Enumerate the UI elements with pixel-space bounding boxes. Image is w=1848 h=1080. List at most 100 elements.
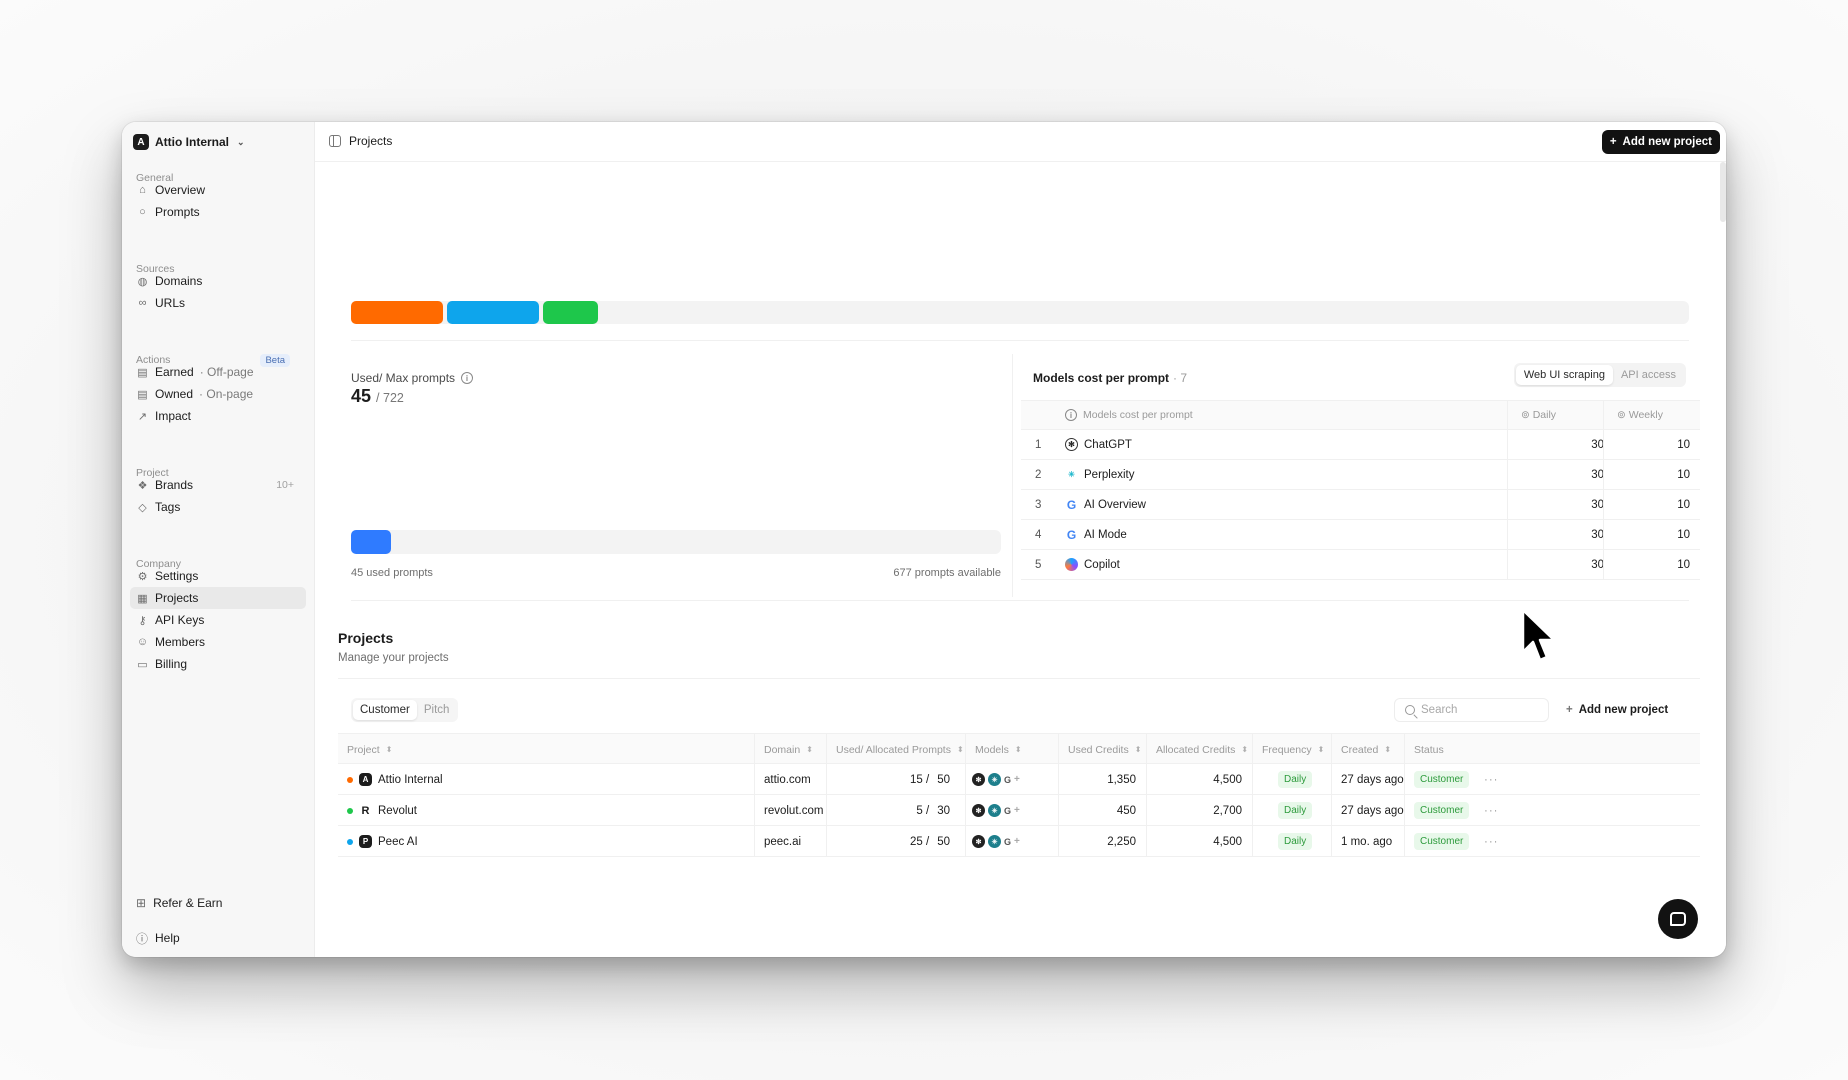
model-row[interactable]: 3 G AI Overview 30 10 bbox=[1021, 490, 1700, 520]
col-status[interactable]: Status bbox=[1414, 734, 1444, 765]
models-table-header: i Models cost per prompt ⊚ Daily ⊚ Weekly bbox=[1021, 400, 1700, 430]
card-icon: ▭ bbox=[137, 658, 148, 671]
help-button[interactable]: ⓘ Help bbox=[130, 927, 180, 949]
sidebar-item-earned[interactable]: ▤ Earned · Off-page bbox=[130, 361, 306, 383]
col-domain[interactable]: Domain ⬍ bbox=[764, 734, 813, 765]
key-icon: ⚷ bbox=[138, 614, 147, 627]
sidebar-item-prompts[interactable]: ○ Prompts bbox=[130, 201, 306, 223]
app-window: A Attio Internal ⌄ General ⌂ Overview ○ Pr… bbox=[122, 122, 1726, 957]
chat-support-button[interactable] bbox=[1658, 899, 1698, 939]
sidebar-item-projects[interactable]: ▦ Projects bbox=[130, 587, 306, 609]
table-row[interactable]: A Attio Internal attio.com 15 /50 ✻ ✳ G + 1,… bbox=[338, 764, 1700, 795]
model-row[interactable]: 4 G AI Mode 30 10 bbox=[1021, 520, 1700, 550]
tab-customer[interactable]: Customer bbox=[353, 700, 417, 720]
chatgpt-icon: ✻ bbox=[972, 835, 985, 848]
status-badge: Customer bbox=[1414, 771, 1470, 788]
col-models[interactable]: Models ⬍ bbox=[975, 734, 1022, 765]
sidebar-item-billing[interactable]: ▭ Billing bbox=[130, 653, 306, 675]
col-used-credits[interactable]: Used Credits ⬍ bbox=[1068, 734, 1141, 765]
search-input[interactable]: Search bbox=[1394, 698, 1549, 722]
main-content: Projects + Add new project Used/ Max pro… bbox=[315, 122, 1726, 957]
chatgpt-icon: ✻ bbox=[972, 804, 985, 817]
divider bbox=[351, 600, 1689, 601]
available-prompts-label: 677 prompts available bbox=[893, 567, 1001, 579]
model-icons: ✻ ✳ G + bbox=[972, 764, 1020, 795]
sidebar-item-owned[interactable]: ▤ Owned · On-page bbox=[130, 383, 306, 405]
daily-header[interactable]: ⊚ Daily bbox=[1521, 409, 1556, 421]
coins-icon: ⊚ bbox=[1521, 409, 1533, 421]
sidebar-item-settings[interactable]: ⚙ Settings bbox=[130, 565, 306, 587]
sidebar-item-urls[interactable]: ∞ URLs bbox=[130, 292, 306, 314]
brand-icon: ❖ bbox=[137, 479, 148, 492]
stacked-usage-bar bbox=[351, 301, 1689, 324]
sidebar-item-domains[interactable]: ◍ Domains bbox=[130, 270, 306, 292]
info-icon: i bbox=[1065, 409, 1077, 421]
projects-title: Projects bbox=[338, 630, 394, 646]
sort-icon: ⬍ bbox=[1384, 745, 1392, 754]
projects-table: Project ⬍ Domain ⬍ Used/ Allocated Prompts… bbox=[338, 733, 1700, 857]
page-title: Projects bbox=[349, 134, 393, 148]
sidebar-toggle-icon[interactable] bbox=[329, 135, 341, 147]
models-title: Models cost per prompt · 7 bbox=[1033, 371, 1188, 385]
table-row[interactable]: P Peec AI peec.ai 25 /50 ✻ ✳ G + 2,250 4,500… bbox=[338, 826, 1700, 857]
frequency-badge: Daily bbox=[1278, 802, 1313, 819]
home-icon: ⌂ bbox=[139, 184, 146, 196]
info-icon[interactable]: i bbox=[461, 372, 474, 384]
models-table: i Models cost per prompt ⊚ Daily ⊚ Weekly… bbox=[1021, 400, 1700, 580]
col-created[interactable]: Created ⬍ bbox=[1341, 734, 1391, 765]
chatgpt-icon: ✻ bbox=[1065, 438, 1078, 451]
breadcrumb: Projects bbox=[329, 134, 392, 148]
plus-icon: + bbox=[1566, 704, 1573, 716]
table-row[interactable]: R Revolut revolut.com 5 /30 ✻ ✳ G + 450 2,70… bbox=[338, 795, 1700, 826]
stacked-segment-orange bbox=[351, 301, 443, 324]
col-project[interactable]: Project ⬍ bbox=[347, 734, 392, 765]
perplexity-icon: ✳ bbox=[988, 804, 1001, 817]
sort-icon: ⬍ bbox=[1134, 745, 1142, 754]
plus-icon: + bbox=[1014, 774, 1020, 785]
scrollbar[interactable] bbox=[1720, 162, 1726, 222]
sidebar-item-brands[interactable]: ❖ Brands 10+ bbox=[130, 474, 306, 496]
model-row[interactable]: 2 ✳ Perplexity 30 10 bbox=[1021, 460, 1700, 490]
workspace-logo-icon: A bbox=[133, 134, 149, 150]
tab-pitch[interactable]: Pitch bbox=[417, 700, 457, 720]
sidebar-item-overview[interactable]: ⌂ Overview bbox=[130, 179, 306, 201]
add-new-project-button[interactable]: + Add new project bbox=[1601, 130, 1720, 154]
status-dot bbox=[347, 776, 353, 783]
more-options-icon[interactable]: ··· bbox=[1484, 795, 1499, 826]
used-prompts-label: 45 used prompts bbox=[351, 567, 433, 579]
topbar: Projects + Add new project bbox=[315, 122, 1726, 162]
toggle-api-access[interactable]: API access bbox=[1613, 365, 1684, 385]
toggle-web-ui-scraping[interactable]: Web UI scraping bbox=[1515, 365, 1613, 385]
brands-count: 10+ bbox=[276, 479, 294, 491]
sidebar-item-impact[interactable]: ↗ Impact bbox=[130, 405, 306, 427]
model-icons: ✻ ✳ G + bbox=[972, 795, 1020, 826]
stacked-segment-green bbox=[543, 301, 598, 324]
sidebar: A Attio Internal ⌄ General ⌂ Overview ○ Pr… bbox=[122, 122, 315, 957]
refer-earn-button[interactable]: ⊞ Refer & Earn bbox=[130, 892, 222, 914]
sort-icon: ⬍ bbox=[1241, 745, 1249, 754]
model-row[interactable]: 5 Copilot 30 10 bbox=[1021, 550, 1700, 580]
model-row[interactable]: 1 ✻ ChatGPT 30 10 bbox=[1021, 430, 1700, 460]
usage-progress-bar bbox=[351, 530, 1001, 554]
more-options-icon[interactable]: ··· bbox=[1484, 826, 1499, 857]
doc-icon: ▤ bbox=[137, 366, 148, 379]
status-dot bbox=[347, 807, 353, 814]
add-project-button[interactable]: + Add new project bbox=[1558, 698, 1676, 722]
perplexity-icon: ✳ bbox=[988, 773, 1001, 786]
models-toggle: Web UI scraping API access bbox=[1513, 363, 1686, 387]
col-used-allocated[interactable]: Used/ Allocated Prompts ⬍ bbox=[836, 734, 964, 765]
projects-tabs: Customer Pitch bbox=[351, 698, 459, 722]
more-options-icon[interactable]: ··· bbox=[1484, 764, 1499, 795]
workspace-switcher[interactable]: A Attio Internal ⌄ bbox=[133, 134, 245, 150]
sidebar-item-tags[interactable]: ◇ Tags bbox=[130, 496, 306, 518]
weekly-header[interactable]: ⊚ Weekly bbox=[1617, 409, 1663, 421]
perplexity-icon: ✳ bbox=[988, 835, 1001, 848]
sidebar-item-members[interactable]: ☺ Members bbox=[130, 631, 306, 653]
col-frequency[interactable]: Frequency ⬍ bbox=[1262, 734, 1324, 765]
sidebar-item-api-keys[interactable]: ⚷ API Keys bbox=[130, 609, 306, 631]
google-icon: G bbox=[1004, 805, 1012, 816]
divider bbox=[1012, 354, 1013, 597]
workspace-name: Attio Internal bbox=[155, 135, 229, 149]
col-allocated-credits[interactable]: Allocated Credits ⬍ bbox=[1156, 734, 1248, 765]
status-badge: Customer bbox=[1414, 833, 1470, 850]
